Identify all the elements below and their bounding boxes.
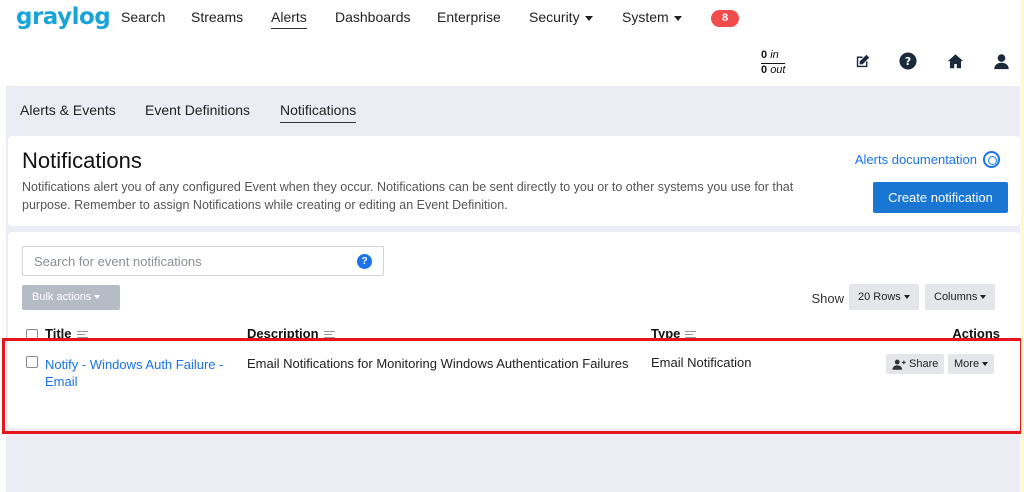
alerts-documentation-link[interactable]: Alerts documentation xyxy=(855,151,1000,168)
nav-security-label: Security xyxy=(529,9,580,25)
nav-security[interactable]: Security xyxy=(529,9,593,25)
column-header-type-label: Type xyxy=(651,326,681,341)
nav-alerts[interactable]: Alerts xyxy=(271,9,307,29)
svg-text:?: ? xyxy=(905,55,911,68)
user-icon[interactable] xyxy=(992,52,1010,70)
search-field: ? xyxy=(22,246,384,276)
alerts-documentation-label: Alerts documentation xyxy=(854,152,977,167)
show-label: Show xyxy=(811,291,844,306)
nav-enterprise-label: Enterprise xyxy=(437,9,501,25)
nav-alerts-label: Alerts xyxy=(271,9,307,25)
share-button[interactable]: Share xyxy=(886,354,945,374)
home-icon[interactable] xyxy=(946,52,964,70)
nav-dashboards-label: Dashboards xyxy=(335,9,411,25)
search-help-icon[interactable]: ? xyxy=(357,254,372,269)
table-row: Notify - Windows Auth Failure - Email Em… xyxy=(8,346,1020,426)
nav-dashboards[interactable]: Dashboards xyxy=(335,9,411,25)
add-user-icon xyxy=(892,359,906,370)
rows-per-page-select[interactable]: 20 Rows xyxy=(849,284,919,310)
chevron-down-icon xyxy=(980,295,987,300)
bulk-actions-button: Bulk actions xyxy=(22,285,120,310)
column-header-description-label: Description xyxy=(247,326,319,341)
bulk-actions-label: Bulk actions xyxy=(32,291,92,303)
select-all-checkbox[interactable] xyxy=(26,329,38,341)
row-checkbox[interactable] xyxy=(26,356,38,368)
chevron-down-icon xyxy=(982,362,989,367)
lifebuoy-icon xyxy=(983,151,1000,168)
share-button-label: Share xyxy=(909,358,939,370)
chevron-down-icon xyxy=(673,15,682,21)
chevron-down-icon xyxy=(94,295,101,300)
sort-icon xyxy=(323,331,335,339)
help-icon[interactable]: ? xyxy=(899,52,917,70)
nav-streams-label: Streams xyxy=(191,9,244,25)
nav-enterprise[interactable]: Enterprise xyxy=(437,9,501,25)
notification-count-badge[interactable]: 8 xyxy=(711,10,739,27)
rows-per-page-label: 20 Rows xyxy=(858,291,901,303)
notifications-list-card: ? Bulk actions Show 20 Rows Columns Titl… xyxy=(8,232,1020,428)
column-header-actions: Actions xyxy=(952,326,1000,341)
nav-system-label: System xyxy=(622,9,669,25)
chevron-down-icon xyxy=(903,295,910,300)
throughput-indicator[interactable]: 0 in 0 out xyxy=(761,49,786,77)
throughput-in-label: in xyxy=(770,49,779,61)
main-content: Alerts & Events Event Definitions Notifi… xyxy=(6,86,1020,492)
search-input[interactable] xyxy=(23,247,343,275)
columns-button-label: Columns xyxy=(934,291,978,303)
nav-streams[interactable]: Streams xyxy=(191,9,243,25)
column-header-title-label: Title xyxy=(45,326,72,341)
throughput-out-label: out xyxy=(770,64,786,76)
nav-search-label: Search xyxy=(121,9,166,25)
edit-icon[interactable] xyxy=(853,52,871,70)
create-notification-button[interactable]: Create notification xyxy=(873,182,1008,213)
column-header-title[interactable]: Title xyxy=(45,326,88,341)
notification-title-link[interactable]: Notify - Windows Auth Failure - Email xyxy=(45,356,240,390)
columns-button[interactable]: Columns xyxy=(925,284,996,310)
more-actions-label: More xyxy=(954,358,980,370)
sort-icon xyxy=(685,331,697,339)
notification-type: Email Notification xyxy=(651,355,752,370)
subnav-event-definitions[interactable]: Event Definitions xyxy=(145,102,250,118)
subnav-notifications[interactable]: Notifications xyxy=(280,102,357,123)
notification-description: Email Notifications for Monitoring Windo… xyxy=(247,356,629,371)
nav-search[interactable]: Search xyxy=(121,9,165,25)
throughput-out-value: 0 xyxy=(761,64,768,76)
sort-icon xyxy=(76,331,88,339)
page-description: Notifications alert you of any configure… xyxy=(22,180,794,212)
nav-system[interactable]: System xyxy=(622,9,682,25)
more-actions-button[interactable]: More xyxy=(948,354,995,374)
column-header-type[interactable]: Type xyxy=(651,326,697,341)
page-title: Notifications xyxy=(22,148,142,173)
top-navbar: graylog Search Streams Alerts Dashboards… xyxy=(0,0,1024,86)
page-header-card: Notifications Notifications alert you of… xyxy=(8,136,1020,226)
graylog-logo[interactable]: graylog xyxy=(16,4,111,30)
subnav-alerts-events[interactable]: Alerts & Events xyxy=(20,102,116,118)
column-header-description[interactable]: Description xyxy=(247,326,335,341)
throughput-in-value: 0 xyxy=(761,49,768,61)
chevron-down-icon xyxy=(584,15,593,21)
